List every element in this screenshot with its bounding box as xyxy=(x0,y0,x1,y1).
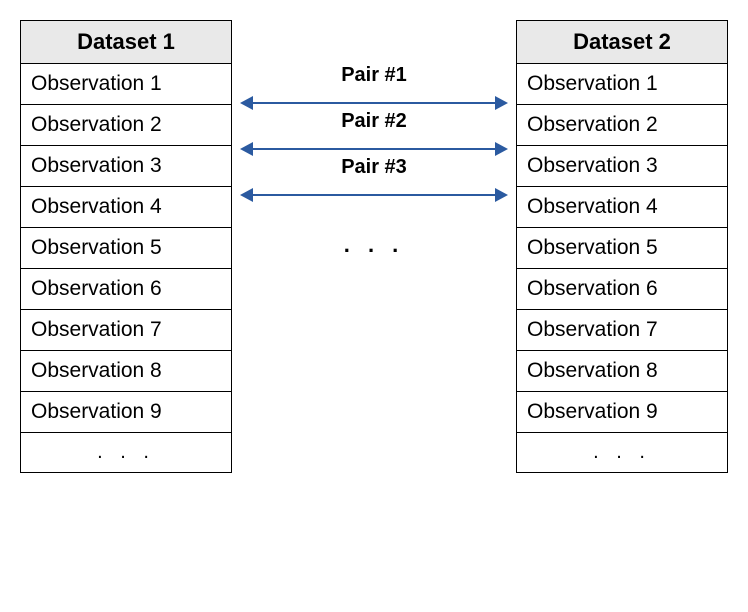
table-row: Observation 6 xyxy=(517,269,727,310)
table-row: Observation 9 xyxy=(21,392,231,433)
table-row: Observation 4 xyxy=(517,187,727,228)
arrowhead-left-icon xyxy=(240,188,253,202)
table-row: Observation 1 xyxy=(517,64,727,105)
double-arrow-icon xyxy=(240,96,508,110)
double-arrow-icon xyxy=(240,188,508,202)
arrowhead-left-icon xyxy=(240,96,253,110)
table-row: Observation 3 xyxy=(517,146,727,187)
table-row: Observation 8 xyxy=(21,351,231,392)
table-row: Observation 5 xyxy=(517,228,727,269)
arrowhead-right-icon xyxy=(495,96,508,110)
table-row: Observation 9 xyxy=(517,392,727,433)
arrowhead-left-icon xyxy=(240,142,253,156)
pair-label: Pair #1 xyxy=(232,64,516,87)
pair-2: Pair #2 xyxy=(232,110,516,156)
ellipsis-row: . . . xyxy=(517,433,727,473)
table-row: Observation 1 xyxy=(21,64,231,105)
arrowhead-right-icon xyxy=(495,188,508,202)
pair-label: Pair #2 xyxy=(232,110,516,133)
pairs-column: Pair #1 Pair #2 Pair #3 . . . xyxy=(232,20,516,202)
pairs-ellipsis: . . . xyxy=(232,232,516,258)
pair-3: Pair #3 xyxy=(232,156,516,202)
pair-label: Pair #3 xyxy=(232,156,516,179)
table-row: Observation 5 xyxy=(21,228,231,269)
dataset-2-column: Dataset 2 Observation 1 Observation 2 Ob… xyxy=(516,20,728,473)
diagram-container: Dataset 1 Observation 1 Observation 2 Ob… xyxy=(20,20,728,473)
arrow-line xyxy=(253,148,495,150)
table-row: Observation 2 xyxy=(517,105,727,146)
arrow-line xyxy=(253,102,495,104)
dataset-2-header: Dataset 2 xyxy=(517,21,727,64)
table-row: Observation 7 xyxy=(517,310,727,351)
ellipsis-row: . . . xyxy=(21,433,231,473)
arrowhead-right-icon xyxy=(495,142,508,156)
dataset-1-header: Dataset 1 xyxy=(21,21,231,64)
dataset-1-column: Dataset 1 Observation 1 Observation 2 Ob… xyxy=(20,20,232,473)
table-row: Observation 2 xyxy=(21,105,231,146)
table-row: Observation 7 xyxy=(21,310,231,351)
arrow-line xyxy=(253,194,495,196)
table-row: Observation 8 xyxy=(517,351,727,392)
table-row: Observation 3 xyxy=(21,146,231,187)
pair-1: Pair #1 xyxy=(232,64,516,110)
table-row: Observation 6 xyxy=(21,269,231,310)
table-row: Observation 4 xyxy=(21,187,231,228)
double-arrow-icon xyxy=(240,142,508,156)
